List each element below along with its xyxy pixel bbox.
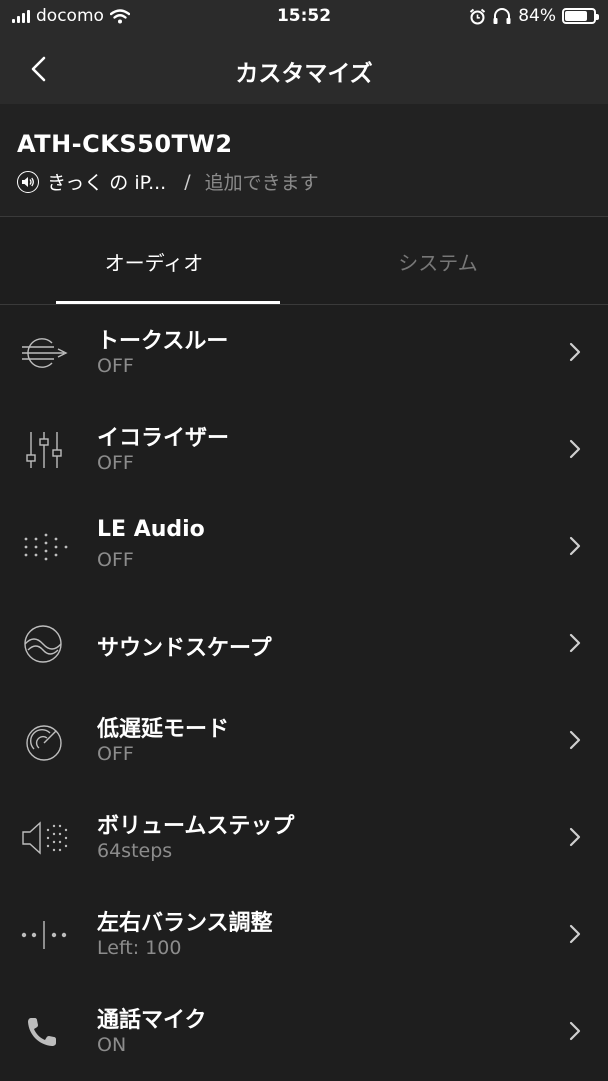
tab-system[interactable]: システム (288, 247, 588, 276)
speaker-icon (17, 170, 39, 193)
list-item-call-mic[interactable]: 通話マイク ON (0, 984, 608, 1081)
low-latency-icon (26, 725, 62, 761)
item-title: 左右バランス調整 (97, 911, 273, 936)
status-right: 84% (469, 6, 599, 26)
battery-icon (562, 8, 599, 24)
device-header: ATH-CKS50TW2 きっく の iP... / 追加できます (0, 104, 608, 217)
item-status: OFF (97, 452, 134, 474)
separator: / (184, 170, 191, 193)
item-status: OFF (97, 743, 134, 765)
item-title: イコライザー (97, 426, 230, 451)
item-title: LE Audio (97, 517, 205, 542)
list-item-volume-step[interactable]: ボリュームステップ 64steps (0, 790, 608, 887)
chevron-right-icon (569, 827, 581, 847)
phone-icon (28, 1018, 56, 1046)
list-item-talk-through[interactable]: トークスルー OFF (0, 305, 608, 402)
list-item-low-latency[interactable]: 低遅延モード OFF (0, 693, 608, 790)
navigation-bar: カスタマイズ (0, 34, 608, 104)
item-status: OFF (97, 549, 134, 571)
item-title: サウンドスケープ (97, 636, 272, 661)
battery-fill (565, 11, 587, 21)
headphones-icon (493, 7, 511, 24)
balance-icon (21, 921, 67, 949)
item-title: トークスルー (97, 329, 229, 354)
item-status: OFF (97, 355, 134, 377)
settings-list: トークスルー OFF イコライザー OFF LE Audio OFF サウンドス… (0, 305, 608, 1081)
volume-step-icon (22, 821, 68, 855)
item-title: 低遅延モード (97, 717, 230, 742)
soundscape-icon (24, 625, 62, 663)
status-bar: docomo 15:52 84% (0, 0, 608, 34)
active-tab-indicator (56, 301, 280, 304)
list-item-balance[interactable]: 左右バランス調整 Left: 100 (0, 887, 608, 984)
item-status: 64steps (97, 840, 173, 862)
tab-bar: オーディオ システム (0, 217, 608, 305)
chevron-right-icon (569, 730, 581, 750)
connected-device-label: きっく の iP... (47, 172, 167, 194)
chevron-right-icon (569, 1021, 581, 1041)
battery-percent: 84% (518, 6, 556, 26)
device-connection: きっく の iP... / 追加できます (17, 168, 319, 195)
list-item-soundscape[interactable]: サウンドスケープ (0, 596, 608, 693)
item-title: ボリュームステップ (97, 814, 295, 839)
tab-audio[interactable]: オーディオ (4, 247, 304, 276)
page-title: カスタマイズ (235, 61, 373, 87)
talk-through-icon (22, 338, 68, 368)
alarm-icon (470, 8, 486, 24)
item-title: 通話マイク (97, 1008, 207, 1033)
chevron-right-icon (569, 536, 581, 556)
list-item-le-audio[interactable]: LE Audio OFF (0, 499, 608, 596)
add-device-label[interactable]: 追加できます (205, 168, 319, 195)
le-audio-icon (24, 533, 68, 561)
list-item-equalizer[interactable]: イコライザー OFF (0, 402, 608, 499)
equalizer-icon (26, 432, 62, 468)
chevron-right-icon (569, 633, 581, 653)
chevron-right-icon (569, 924, 581, 944)
chevron-right-icon (569, 342, 581, 362)
item-status: ON (97, 1034, 127, 1056)
item-status: Left: 100 (97, 937, 182, 959)
chevron-right-icon (569, 439, 581, 459)
device-name: ATH-CKS50TW2 (17, 130, 233, 158)
